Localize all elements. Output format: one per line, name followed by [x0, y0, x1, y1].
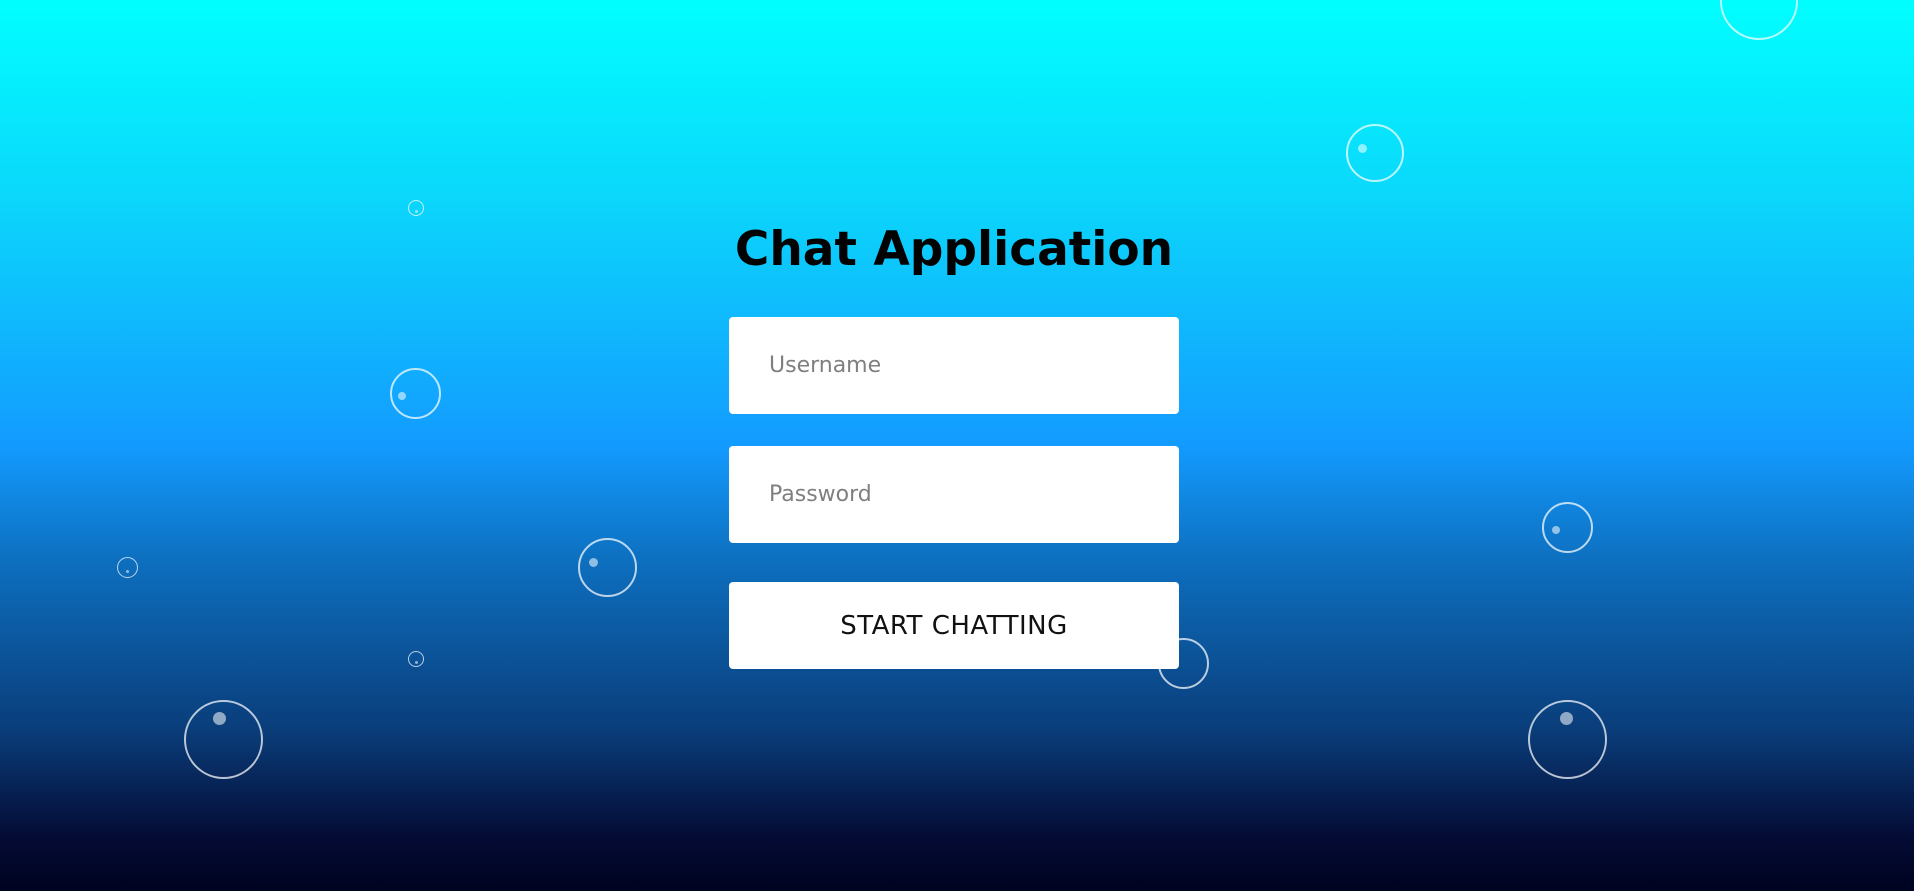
bubble-icon	[578, 538, 637, 597]
bubble-icon	[184, 700, 263, 779]
username-input[interactable]	[729, 317, 1179, 414]
login-form: Chat Application START CHATTING	[729, 220, 1179, 669]
bubble-icon	[408, 651, 424, 667]
page-title: Chat Application	[734, 222, 1174, 277]
bubble-icon	[408, 200, 424, 216]
bubble-icon	[1346, 124, 1404, 182]
bubble-icon	[390, 368, 441, 419]
password-input[interactable]	[729, 446, 1179, 543]
bubble-icon	[117, 557, 138, 578]
start-chatting-button[interactable]: START CHATTING	[729, 582, 1179, 669]
bubble-icon	[1528, 700, 1607, 779]
bubble-icon	[1542, 502, 1593, 553]
bubble-icon	[1720, 0, 1798, 40]
